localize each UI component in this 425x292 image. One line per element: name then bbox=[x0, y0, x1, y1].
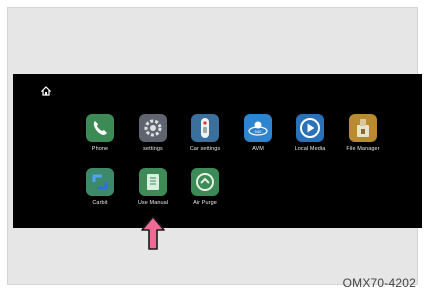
app-label: Carbit bbox=[92, 200, 108, 206]
figure-caption: OMX70-4202 bbox=[342, 276, 416, 290]
app-avm[interactable]: 540 AVM bbox=[228, 114, 288, 152]
app-label: settings bbox=[143, 146, 163, 152]
app-file-manager[interactable]: File Manager bbox=[333, 114, 393, 152]
app-use-manual[interactable]: Use Manual bbox=[123, 168, 183, 206]
app-label: Phone bbox=[91, 146, 109, 152]
air-purge-icon bbox=[191, 168, 219, 196]
phone-icon bbox=[86, 114, 114, 142]
car-key-icon bbox=[191, 114, 219, 142]
app-car-settings[interactable]: Car settings bbox=[175, 114, 235, 152]
book-icon bbox=[139, 168, 167, 196]
app-label: Use Manual bbox=[137, 200, 169, 206]
usb-folder-icon bbox=[349, 114, 377, 142]
app-label: File Manager bbox=[346, 146, 380, 152]
gear-icon bbox=[139, 114, 167, 142]
app-air-purge[interactable]: Air Purge bbox=[175, 168, 235, 206]
app-carbit[interactable]: Carbit bbox=[70, 168, 130, 206]
app-local-media[interactable]: Local Media bbox=[280, 114, 340, 152]
app-label: Air Purge bbox=[193, 200, 217, 206]
carbit-icon bbox=[86, 168, 114, 196]
app-label: Car settings bbox=[189, 146, 221, 152]
app-label: AVM bbox=[252, 146, 264, 152]
app-phone[interactable]: Phone bbox=[70, 114, 130, 152]
avm-540-icon: 540 bbox=[244, 114, 272, 142]
infotainment-screen: Phone settings Car settings 540 AVM Loca… bbox=[13, 74, 422, 228]
app-settings[interactable]: settings bbox=[123, 114, 183, 152]
home-icon[interactable] bbox=[41, 86, 51, 96]
svg-text:540: 540 bbox=[255, 129, 262, 134]
pointer-arrow-icon bbox=[141, 216, 165, 250]
app-label: Local Media bbox=[294, 146, 326, 152]
play-icon bbox=[296, 114, 324, 142]
